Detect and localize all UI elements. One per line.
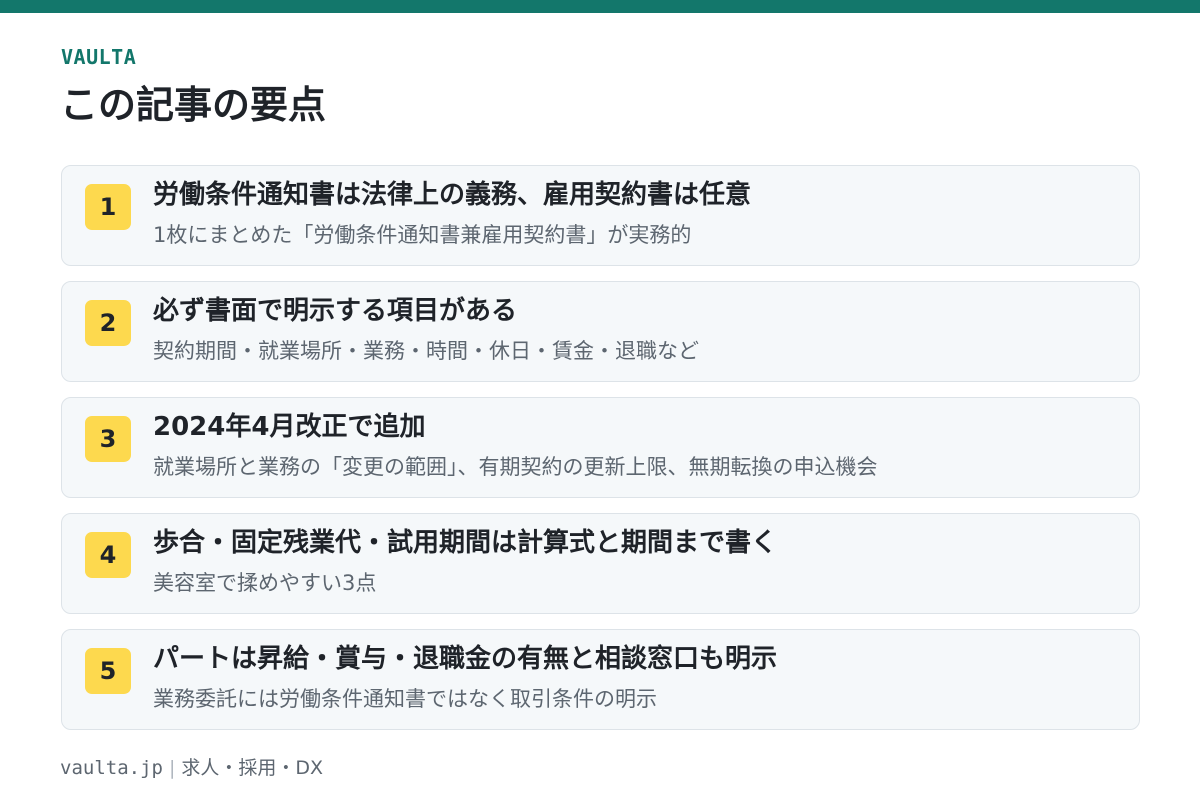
point-title: 必ず書面で明示する項目がある bbox=[153, 296, 518, 326]
brand-label: VAULTA bbox=[61, 45, 137, 69]
point-number-badge: 1 bbox=[85, 184, 131, 230]
point-subtitle: 美容室で揉めやすい3点 bbox=[153, 571, 377, 595]
point-card-5: 5 パートは昇給・賞与・退職金の有無と相談窓口も明示 業務委託には労働条件通知書… bbox=[61, 629, 1140, 730]
top-accent-bar bbox=[0, 0, 1200, 13]
point-number-badge: 3 bbox=[85, 416, 131, 462]
point-card-2: 2 必ず書面で明示する項目がある 契約期間・就業場所・業務・時間・休日・賃金・退… bbox=[61, 281, 1140, 382]
point-title: 歩合・固定残業代・試用期間は計算式と期間まで書く bbox=[153, 528, 778, 558]
footer-tagline: 求人・採用・DX bbox=[181, 757, 324, 779]
footer: vaulta.jp | 求人・採用・DX bbox=[60, 755, 323, 781]
point-subtitle: 契約期間・就業場所・業務・時間・休日・賃金・退職など bbox=[153, 339, 699, 363]
point-title: 労働条件通知書は法律上の義務、雇用契約書は任意 bbox=[153, 180, 752, 210]
point-card-3: 3 2024年4月改正で追加 就業場所と業務の「変更の範囲」、有期契約の更新上限… bbox=[61, 397, 1140, 498]
point-number-badge: 4 bbox=[85, 532, 131, 578]
footer-separator: | bbox=[168, 757, 176, 779]
page-title: この記事の要点 bbox=[60, 83, 327, 127]
point-subtitle: 1枚にまとめた「労働条件通知書兼雇用契約書」が実務的 bbox=[153, 223, 692, 247]
footer-domain-link[interactable]: vaulta.jp bbox=[60, 757, 163, 779]
point-card-1: 1 労働条件通知書は法律上の義務、雇用契約書は任意 1枚にまとめた「労働条件通知… bbox=[61, 165, 1140, 266]
point-card-4: 4 歩合・固定残業代・試用期間は計算式と期間まで書く 美容室で揉めやすい3点 bbox=[61, 513, 1140, 614]
point-number-badge: 5 bbox=[85, 648, 131, 694]
point-number-badge: 2 bbox=[85, 300, 131, 346]
point-title: パートは昇給・賞与・退職金の有無と相談窓口も明示 bbox=[153, 644, 778, 674]
point-title: 2024年4月改正で追加 bbox=[153, 412, 426, 442]
point-subtitle: 業務委託には労働条件通知書ではなく取引条件の明示 bbox=[153, 687, 657, 711]
key-points-list: 1 労働条件通知書は法律上の義務、雇用契約書は任意 1枚にまとめた「労働条件通知… bbox=[61, 165, 1140, 745]
point-subtitle: 就業場所と業務の「変更の範囲」、有期契約の更新上限、無期転換の申込機会 bbox=[153, 455, 878, 479]
